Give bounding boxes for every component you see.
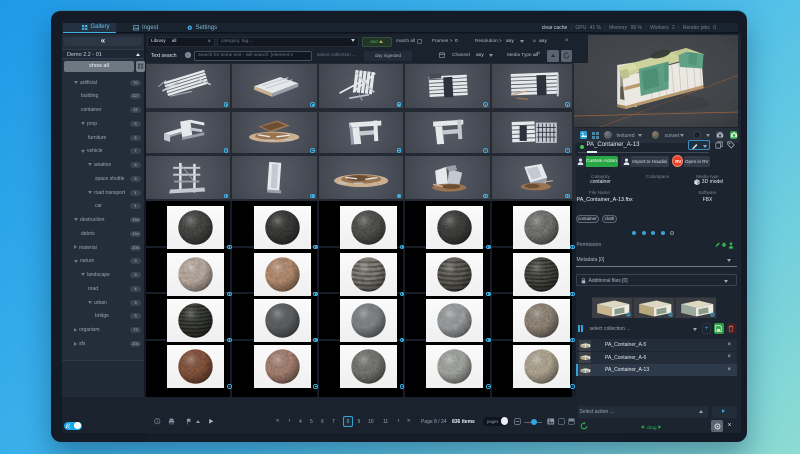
svg-text:drag: drag <box>647 425 657 430</box>
